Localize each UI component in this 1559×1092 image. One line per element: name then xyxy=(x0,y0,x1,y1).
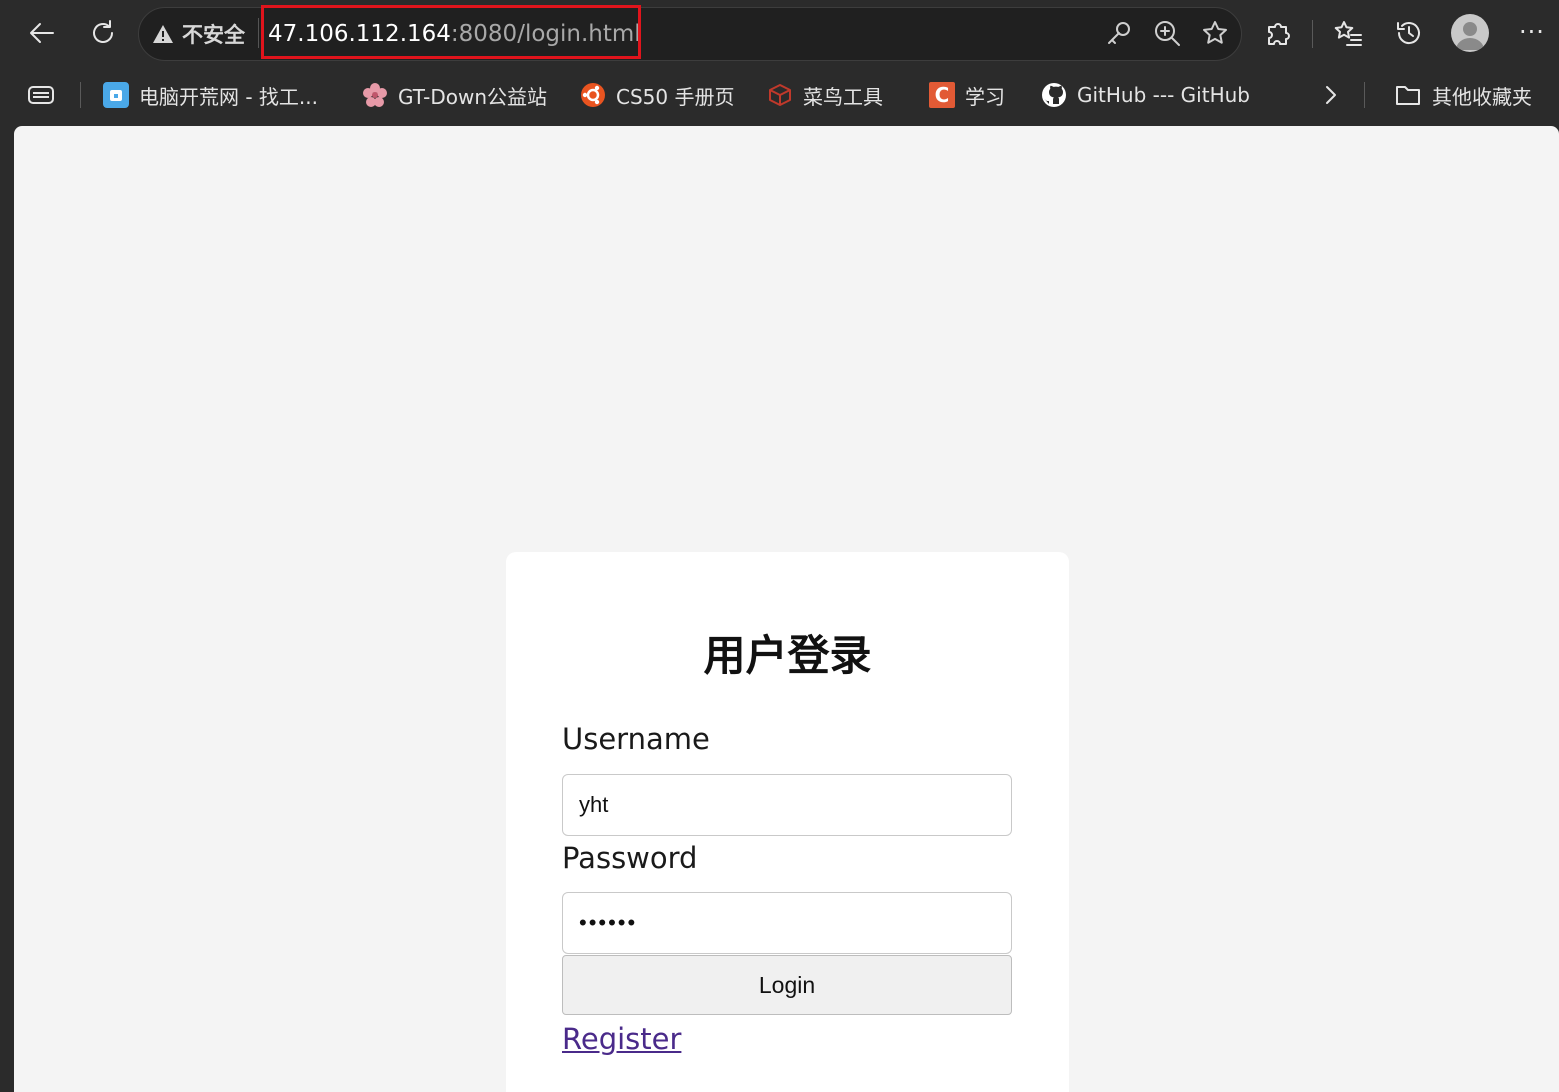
bookmark-item[interactable]: GitHub --- GitHub xyxy=(1041,79,1250,111)
bookmark-item[interactable]: GT-Down公益站 xyxy=(362,79,547,111)
bookmarks-separator xyxy=(1364,82,1365,108)
star-icon xyxy=(1203,21,1227,44)
favorites-button[interactable] xyxy=(1328,13,1368,53)
other-bookmarks-folder[interactable]: 其他收藏夹 xyxy=(1394,79,1532,111)
person-icon xyxy=(1456,22,1484,50)
github-icon xyxy=(1041,82,1067,108)
password-label: Password xyxy=(562,841,698,875)
bookmark-item[interactable]: 电脑开荒网 - 找工... xyxy=(103,79,318,111)
toolbar-separator xyxy=(1312,20,1313,48)
url-highlight-annotation xyxy=(261,5,641,59)
register-link[interactable]: Register xyxy=(562,1022,681,1056)
folder-icon xyxy=(1396,86,1420,105)
security-indicator[interactable]: 不安全 xyxy=(152,18,245,50)
login-title: 用户登录 xyxy=(703,631,872,680)
url-divider xyxy=(258,18,259,48)
bookmark-label: GT-Down公益站 xyxy=(398,84,548,109)
cube-icon xyxy=(767,82,793,108)
key-icon xyxy=(1108,22,1130,44)
c-letter-icon: C xyxy=(929,82,955,108)
reload-icon xyxy=(93,20,113,43)
bookmark-item[interactable]: CS50 手册页 xyxy=(580,79,734,111)
history-button[interactable] xyxy=(1389,13,1429,53)
login-card: 用户登录 Username Password •••••• Login Regi… xyxy=(506,552,1069,1092)
security-label: 不安全 xyxy=(182,23,245,47)
zoom-button[interactable] xyxy=(1149,15,1185,51)
more-bookmarks-button[interactable] xyxy=(1318,79,1342,111)
zoom-in-icon xyxy=(1155,21,1180,46)
collections-icon xyxy=(28,86,54,104)
bookmarks-separator xyxy=(80,82,81,108)
warning-icon xyxy=(153,25,173,43)
username-label: Username xyxy=(562,722,710,756)
chevron-right-icon xyxy=(1326,86,1336,104)
password-input[interactable]: •••••• xyxy=(562,892,1012,954)
more-menu-button[interactable]: ··· xyxy=(1512,14,1552,54)
profile-avatar[interactable] xyxy=(1451,14,1489,52)
bookmark-label: 菜鸟工具 xyxy=(803,84,883,109)
username-input[interactable] xyxy=(562,774,1012,836)
flower-icon xyxy=(362,82,388,108)
bookmark-item[interactable]: 菜鸟工具 xyxy=(767,79,883,111)
bookmark-label: 学习 xyxy=(965,84,1005,109)
page-viewport: 用户登录 Username Password •••••• Login Regi… xyxy=(14,126,1559,1092)
password-mask: •••••• xyxy=(579,910,638,935)
other-bookmarks-label: 其他收藏夹 xyxy=(1432,84,1532,109)
back-arrow-icon xyxy=(30,23,54,43)
collections-button[interactable] xyxy=(26,79,56,111)
browser-toolbar: 不安全 47.106.112.164:8080/login.html ··· xyxy=(0,0,1559,66)
reload-button[interactable] xyxy=(83,13,123,53)
bookmark-label: GitHub --- GitHub xyxy=(1077,83,1250,107)
ubuntu-icon xyxy=(580,82,606,108)
favorites-list-icon xyxy=(1334,21,1362,46)
puzzle-icon xyxy=(1268,23,1290,45)
bookmark-label: 电脑开荒网 - 找工... xyxy=(139,84,319,109)
favorite-button[interactable] xyxy=(1197,15,1233,51)
password-key-button[interactable] xyxy=(1101,15,1137,51)
bookmark-app-icon xyxy=(103,82,129,108)
bookmark-label: CS50 手册页 xyxy=(616,84,735,109)
bookmarks-bar: 电脑开荒网 - 找工... GT-Down公益站 CS50 手册页 菜鸟工具 C… xyxy=(0,66,1559,124)
back-button[interactable] xyxy=(22,13,62,53)
history-icon xyxy=(1397,22,1420,45)
login-button[interactable]: Login xyxy=(562,955,1012,1015)
extensions-button[interactable] xyxy=(1258,13,1298,53)
bookmark-item[interactable]: C 学习 xyxy=(929,79,1005,111)
